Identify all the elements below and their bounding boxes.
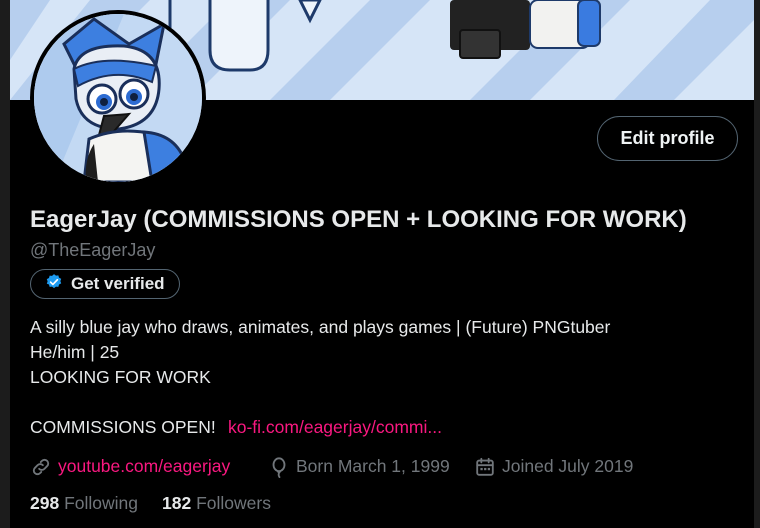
profile-handle: @TheEagerJay	[30, 240, 156, 260]
website-link[interactable]: youtube.com/eagerjay	[58, 456, 230, 477]
profile-website[interactable]: youtube.com/eagerjay	[30, 454, 230, 479]
window-edge-left	[0, 0, 10, 528]
profile-avatar[interactable]	[30, 10, 206, 186]
get-verified-button[interactable]: Get verified	[30, 269, 180, 299]
following-label: Following	[64, 493, 139, 513]
balloon-icon	[272, 456, 286, 478]
joined-text: Joined July 2019	[502, 456, 634, 476]
following-link[interactable]: 298 Following	[30, 493, 138, 514]
link-icon	[32, 458, 50, 475]
following-count: 298	[30, 493, 60, 513]
get-verified-label: Get verified	[71, 274, 165, 293]
follow-stats: 298 Following 182 Followers	[30, 493, 271, 514]
followers-link[interactable]: 182 Followers	[162, 493, 271, 514]
birthday-text: Born March 1, 1999	[296, 456, 450, 476]
profile-display-name: EagerJay (COMMISSIONS OPEN + LOOKING FOR…	[30, 206, 687, 233]
profile-birthday: Born March 1, 1999	[268, 454, 450, 479]
followers-count: 182	[162, 493, 192, 513]
profile-bio: A silly blue jay who draws, animates, an…	[30, 317, 611, 387]
edit-profile-button[interactable]: Edit profile	[597, 116, 738, 161]
calendar-icon	[476, 457, 494, 476]
profile-joined: Joined July 2019	[474, 454, 633, 479]
bio-commissions-text: COMMISSIONS OPEN!	[30, 417, 216, 437]
verified-badge-icon	[45, 273, 63, 296]
window-edge-right	[754, 0, 760, 528]
bio-kofi-link[interactable]: ko-fi.com/eagerjay/commi...	[228, 415, 442, 440]
followers-label: Followers	[196, 493, 271, 513]
